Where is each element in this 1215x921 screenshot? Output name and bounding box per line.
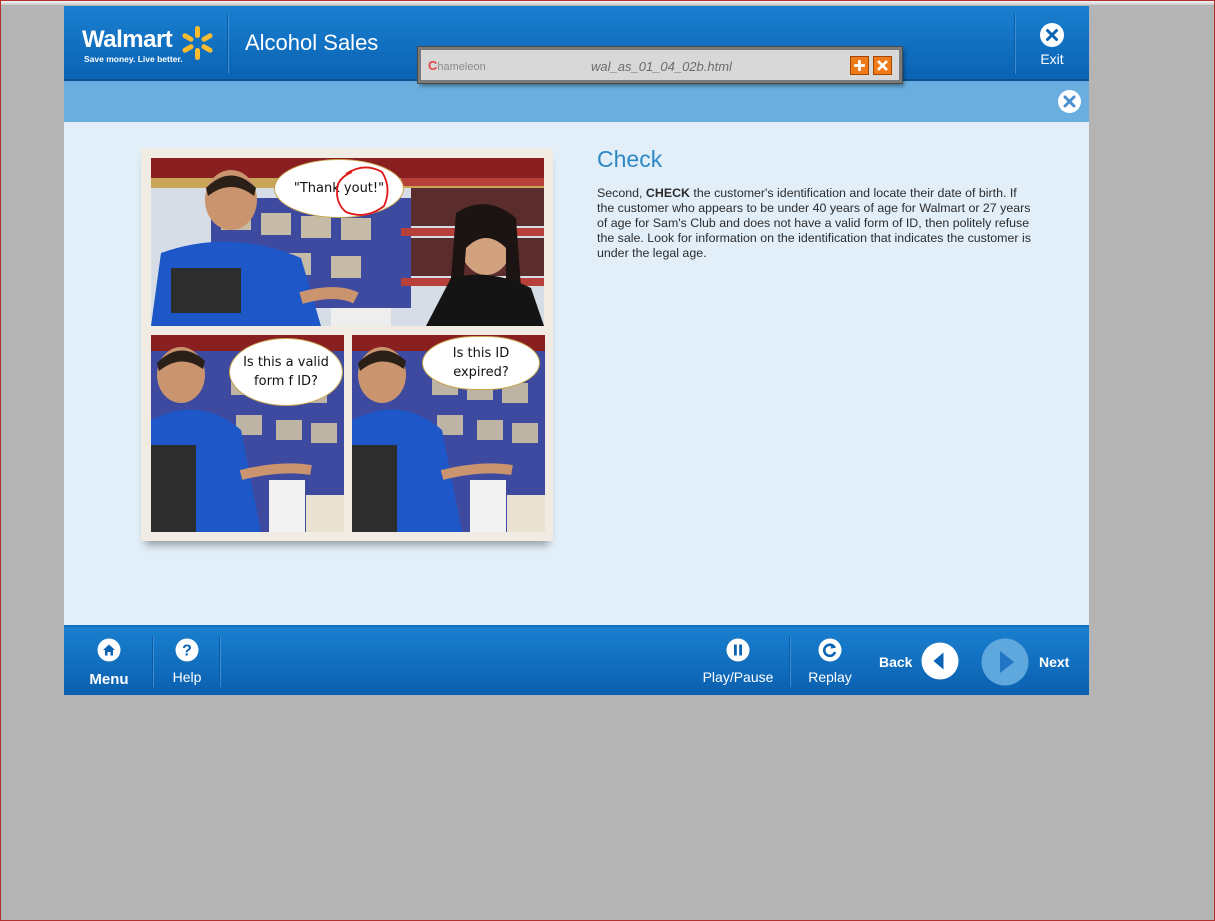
home-icon — [97, 638, 121, 662]
footer-bar: Menu ? Help Play/Pause Replay Back Next — [64, 625, 1089, 695]
replay-icon — [818, 638, 842, 662]
close-circle-icon — [1040, 23, 1064, 47]
course-player: Walmart Save money. Live better. Alcohol… — [64, 6, 1089, 695]
exit-label: Exit — [1040, 51, 1064, 67]
exit-button[interactable]: Exit — [1015, 6, 1089, 79]
brand-tagline: Save money. Live better. — [84, 54, 183, 64]
close-panel-icon[interactable] — [1057, 89, 1082, 114]
paragraph-intro: Second, — [597, 186, 646, 200]
back-label[interactable]: Back — [879, 654, 912, 670]
brand-name: Walmart — [82, 26, 173, 53]
next-arrow-icon[interactable] — [981, 638, 1029, 686]
back-arrow-icon[interactable] — [921, 642, 959, 680]
chameleon-file-name: wal_as_01_04_02b.html — [591, 59, 732, 74]
chameleon-toolbar: Chameleon wal_as_01_04_02b.html — [418, 47, 902, 83]
walmart-logo: Walmart Save money. Live better. — [82, 24, 222, 68]
speech-bubble-expired: Is this ID expired? — [422, 336, 540, 390]
help-label: Help — [172, 669, 202, 685]
help-icon: ? — [175, 638, 199, 662]
play-pause-button[interactable]: Play/Pause — [699, 627, 777, 695]
window-top-edge — [1, 1, 1214, 5]
menu-button[interactable]: Menu — [77, 627, 141, 695]
paragraph-keyword: CHECK — [645, 186, 690, 200]
sub-toolbar — [64, 81, 1089, 122]
play-pause-label: Play/Pause — [702, 669, 774, 685]
speech-bubble-text: Is this a valid form f ID? — [243, 355, 329, 389]
speech-bubble-text: Is this ID expired? — [452, 346, 510, 380]
speech-bubble-valid-id: Is this a valid form f ID? — [229, 338, 343, 406]
replay-button[interactable]: Replay — [802, 627, 858, 695]
comic-strip: "Thank yout!" Is this a valid form f ID?… — [141, 148, 553, 541]
close-icon[interactable] — [873, 56, 892, 75]
svg-text:?: ? — [182, 643, 192, 660]
footer-divider — [220, 637, 221, 687]
section-heading: Check — [597, 146, 663, 172]
plus-icon[interactable] — [850, 56, 869, 75]
footer-divider — [790, 637, 791, 687]
red-annotation-circle — [336, 166, 389, 216]
replay-label: Replay — [808, 669, 852, 685]
instruction-paragraph: Second, CHECK the customer's identificat… — [597, 186, 1037, 261]
footer-divider — [153, 637, 154, 687]
spark-icon — [182, 26, 213, 60]
help-button[interactable]: ? Help — [160, 627, 214, 695]
pause-icon — [726, 638, 750, 662]
next-label[interactable]: Next — [1039, 654, 1069, 670]
header-divider — [228, 14, 229, 74]
course-title: Alcohol Sales — [245, 30, 379, 55]
menu-label: Menu — [89, 671, 129, 688]
chameleon-logo: Chameleon — [428, 58, 486, 73]
